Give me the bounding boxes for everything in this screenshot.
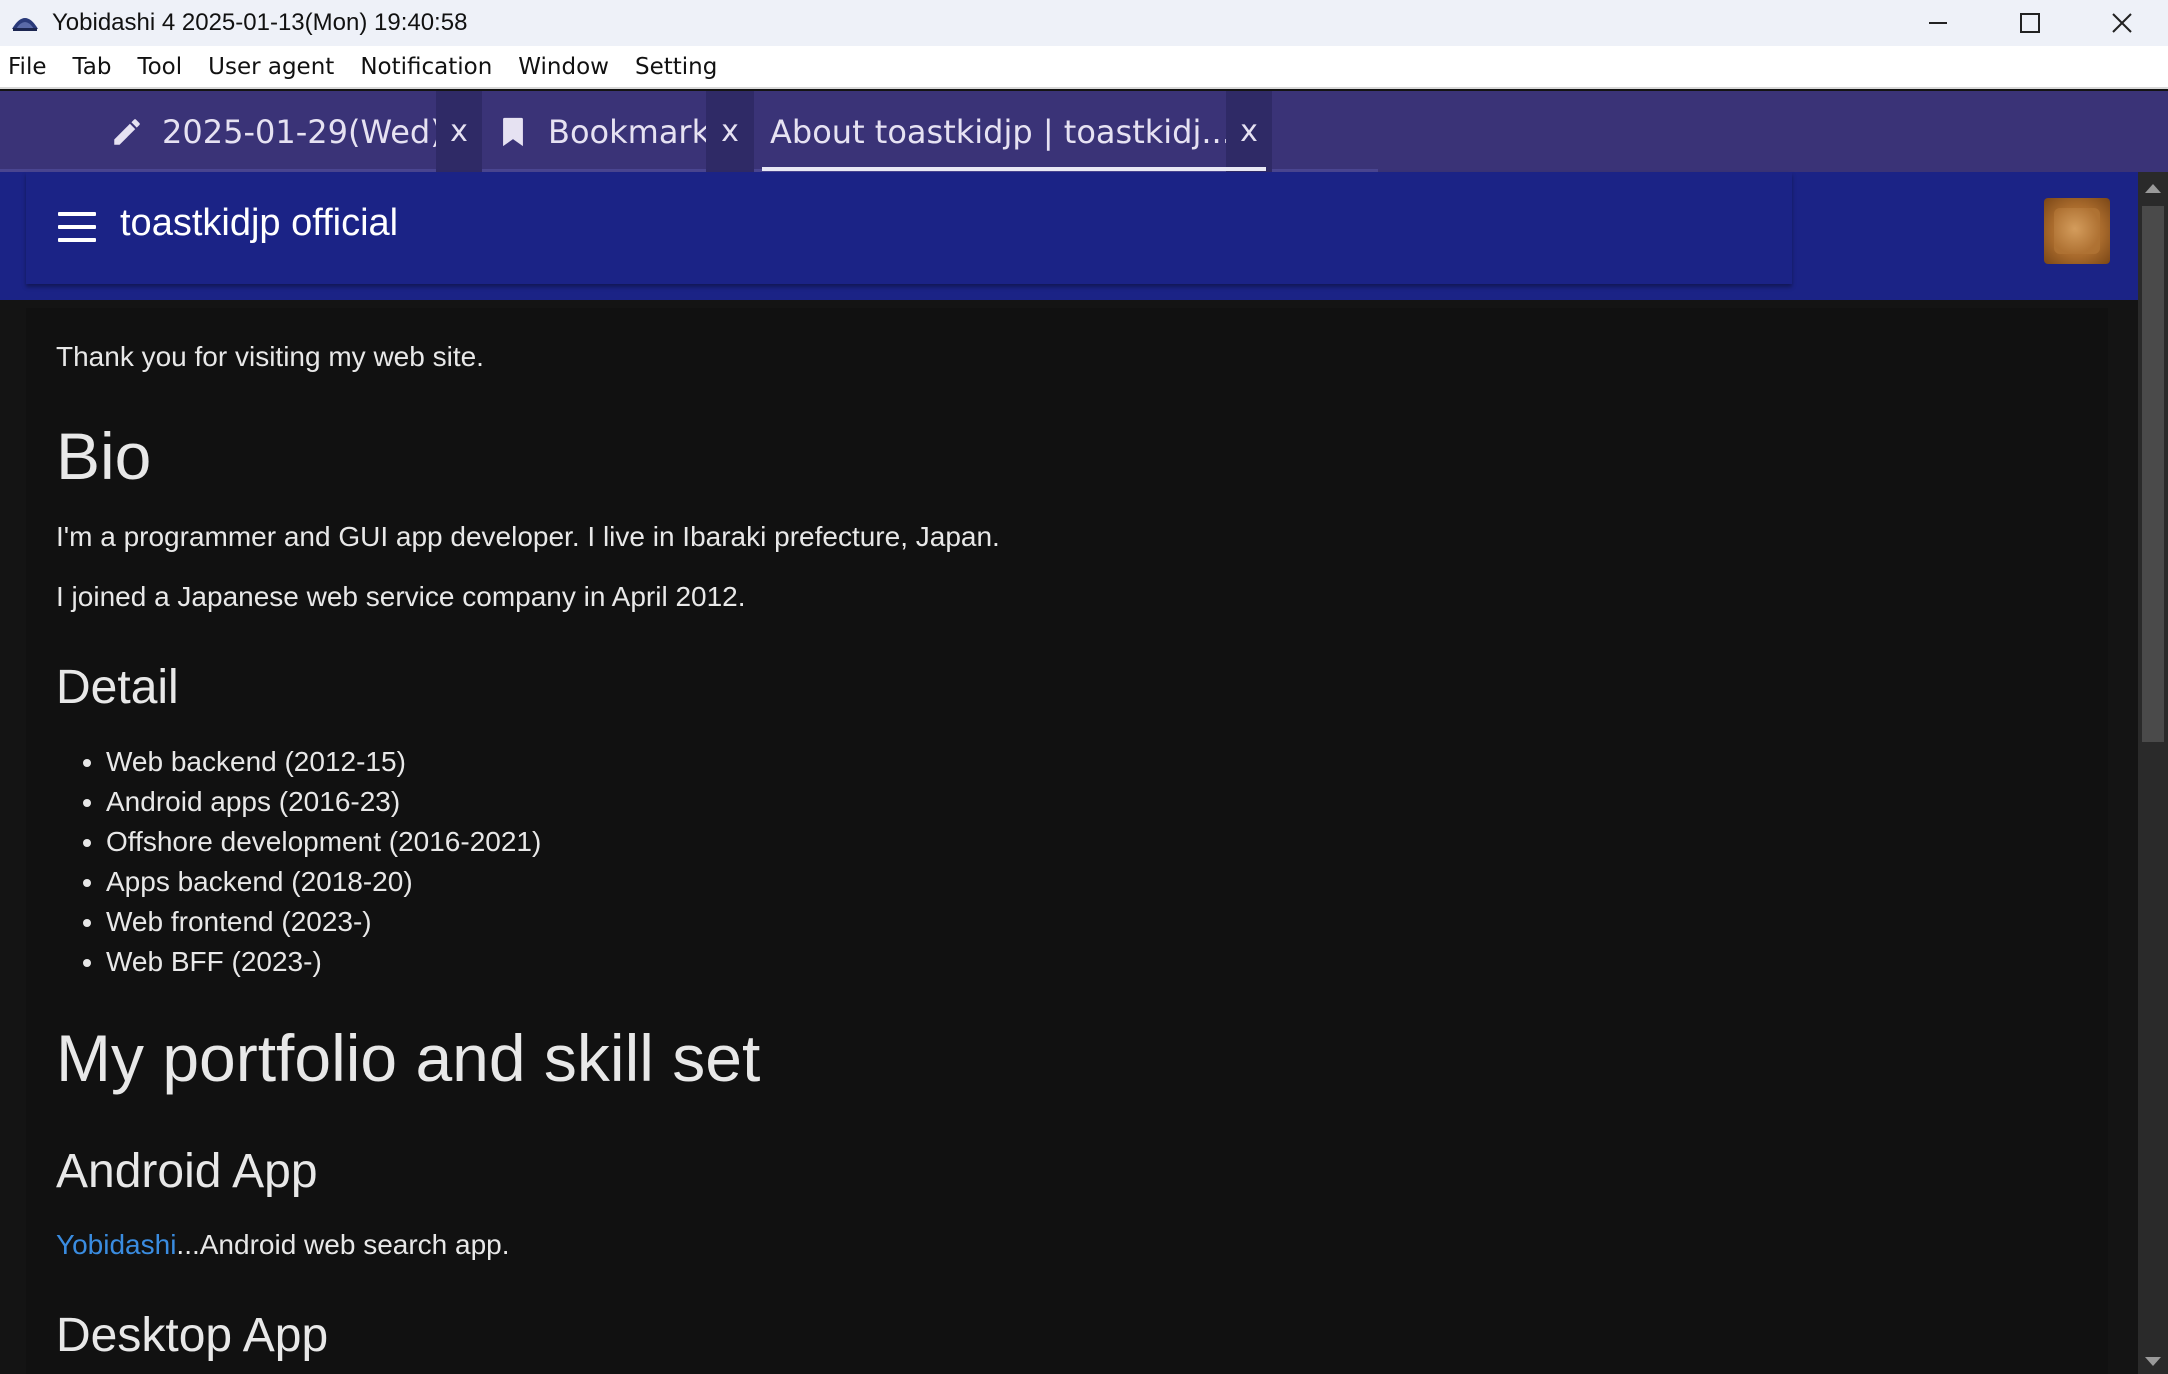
tab-about-active[interactable]: About toastkidjp | toastkidj...	[770, 91, 1232, 172]
maximize-button[interactable]	[1984, 0, 2076, 46]
hamburger-menu-icon[interactable]	[58, 212, 96, 242]
bio-heading: Bio	[56, 419, 152, 493]
android-app-description: Yobidashi...Android web search app.	[56, 1228, 510, 1262]
site-title[interactable]: toastkidjp official	[120, 202, 398, 245]
avatar[interactable]	[2044, 198, 2110, 264]
close-window-button[interactable]	[2076, 0, 2168, 46]
desktop-app-heading: Desktop App	[56, 1309, 329, 1362]
tab-bookmark[interactable]: Bookmark	[496, 91, 710, 172]
tab-label: About toastkidjp | toastkidj...	[770, 112, 1232, 151]
window-title: Yobidashi 4 2025-01-13(Mon) 19:40:58	[52, 9, 468, 36]
list-item: Android apps (2016-23)	[26, 782, 541, 822]
tab-close-button[interactable]: x	[1226, 91, 1272, 172]
minimize-button[interactable]	[1892, 0, 1984, 46]
menu-tab[interactable]: Tab	[73, 54, 112, 80]
list-item: Web backend (2012-15)	[26, 742, 541, 782]
app-fan-icon	[12, 18, 38, 31]
bio-paragraph-2: I joined a Japanese web service company …	[56, 581, 746, 612]
pencil-icon	[114, 118, 140, 145]
active-tab-indicator	[762, 167, 1266, 171]
window-controls	[1892, 0, 2168, 46]
window-titlebar: Yobidashi 4 2025-01-13(Mon) 19:40:58	[0, 0, 2168, 46]
tab-close-button[interactable]: x	[436, 91, 482, 172]
list-item: Web BFF (2023-)	[26, 942, 541, 982]
list-item: Web frontend (2023-)	[26, 902, 541, 942]
list-item: Apps backend (2018-20)	[26, 862, 541, 902]
tab-label: Bookmark	[548, 112, 711, 151]
avatar-image	[2054, 208, 2100, 254]
page-content: Thank you for visiting my web site. Bio …	[26, 308, 2108, 1374]
tab-bar: 2025-01-29(Wed) x Bookmark x About toast…	[0, 91, 2168, 172]
tab-label: 2025-01-29(Wed)	[162, 112, 443, 151]
portfolio-heading: My portfolio and skill set	[56, 1021, 761, 1095]
intro-text: Thank you for visiting my web site.	[56, 341, 484, 372]
menu-file[interactable]: File	[8, 54, 47, 80]
scroll-down-icon[interactable]	[2145, 1357, 2161, 1366]
menu-notification[interactable]: Notification	[360, 54, 492, 80]
menu-bar: File Tab Tool User agent Notification Wi…	[0, 46, 2168, 89]
bio-paragraph-1: I'm a programmer and GUI app developer. …	[56, 521, 1000, 552]
tab-close-button[interactable]: x	[706, 91, 754, 172]
android-app-desc-text: ...Android web search app.	[176, 1229, 510, 1260]
scroll-thumb[interactable]	[2142, 206, 2164, 742]
scroll-up-icon[interactable]	[2145, 184, 2161, 193]
vertical-scrollbar[interactable]	[2138, 172, 2168, 1374]
android-app-heading: Android App	[56, 1145, 318, 1198]
menu-tool[interactable]: Tool	[137, 54, 182, 80]
minimize-icon	[1929, 22, 1947, 24]
site-app-bar: toastkidjp official	[26, 172, 1792, 284]
menu-user-agent[interactable]: User agent	[208, 54, 334, 80]
tab-calendar[interactable]: 2025-01-29(Wed)	[110, 91, 443, 172]
bookmark-icon	[503, 117, 523, 146]
maximize-icon	[2020, 13, 2040, 33]
menu-window[interactable]: Window	[518, 54, 609, 80]
detail-heading: Detail	[56, 661, 179, 714]
site-header: toastkidjp official	[0, 172, 2138, 300]
detail-list: Web backend (2012-15) Android apps (2016…	[26, 742, 541, 982]
list-item: Offshore development (2016-2021)	[26, 822, 541, 862]
menu-setting[interactable]: Setting	[635, 54, 717, 80]
close-icon	[2112, 13, 2132, 33]
yobidashi-link[interactable]: Yobidashi	[56, 1229, 176, 1260]
